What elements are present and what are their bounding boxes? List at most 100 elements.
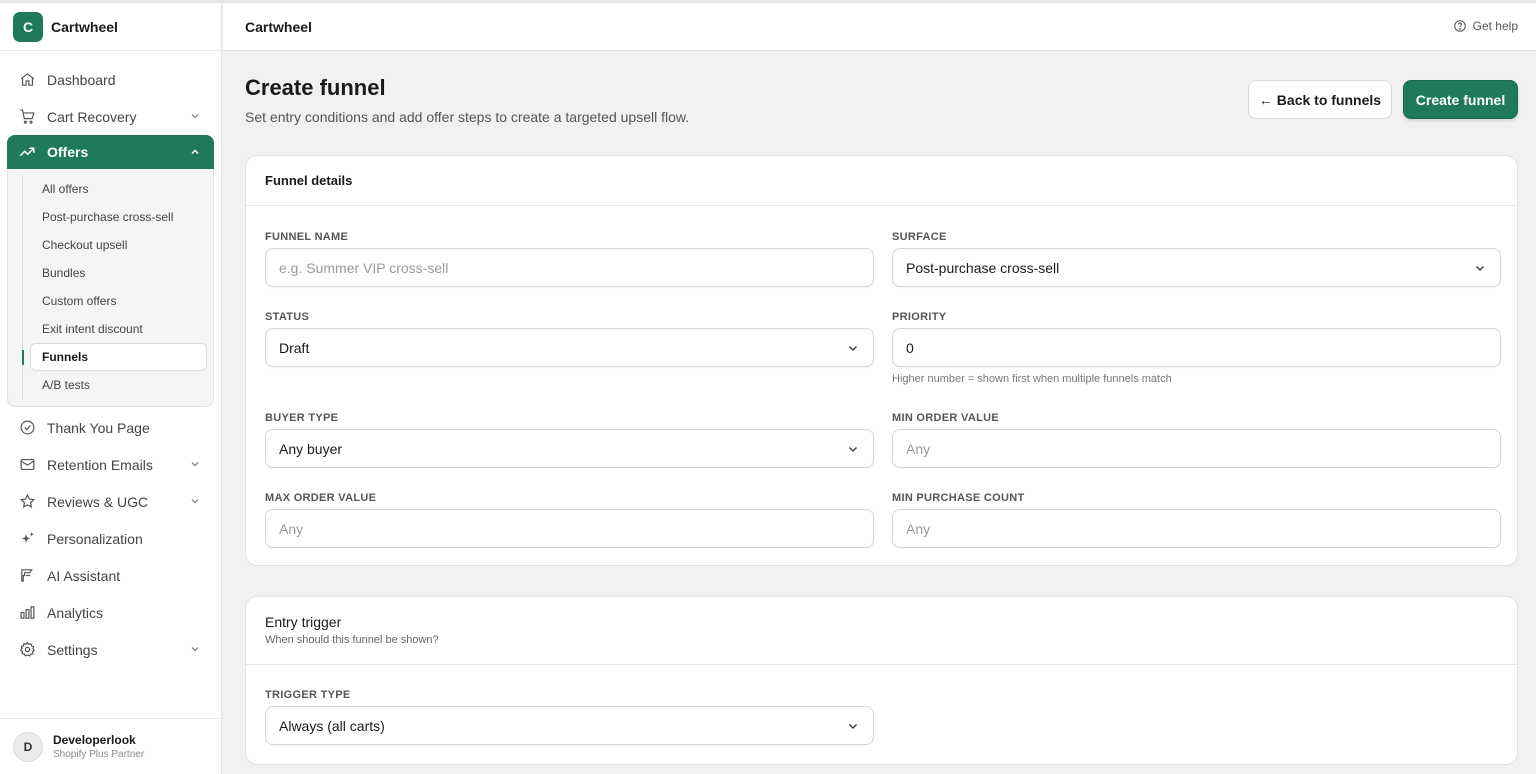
page-title: Create funnel (245, 75, 386, 100)
field-label: STATUS (265, 311, 310, 323)
sidebar-item-settings[interactable]: Settings (0, 631, 221, 668)
brand-name: Cartwheel (51, 18, 118, 35)
sidebar-item-retention-emails[interactable]: Retention Emails (0, 446, 221, 483)
subnav-item-all-offers[interactable]: All offers (8, 175, 213, 203)
status-select[interactable]: Draft (265, 328, 874, 367)
subnav-item-funnels[interactable]: Funnels (22, 343, 207, 371)
buyer-type-select[interactable]: Any buyer (265, 429, 874, 468)
help-circle-icon (1453, 20, 1466, 32)
priority-hint: Higher number = shown first when multipl… (892, 373, 1172, 385)
trigger-type-field: TRIGGER TYPE Always (all carts) (265, 689, 874, 745)
sidebar-item-reviews-ugc[interactable]: Reviews & UGC (0, 483, 221, 520)
user-profile[interactable]: D Developerlook Shopify Plus Partner (0, 718, 221, 774)
surface-select[interactable]: Post-purchase cross-sell (892, 248, 1501, 287)
field-label: SURFACE (892, 231, 947, 243)
sidebar-item-label: Analytics (47, 604, 104, 621)
chevron-down-icon (848, 446, 858, 453)
sidebar-item-label: Offers (47, 144, 89, 160)
trigger-type-value: Always (all carts) (279, 717, 385, 734)
min-order-value-field: MIN ORDER VALUE Any (892, 412, 1501, 468)
sidebar-item-personalization[interactable]: Personalization (0, 520, 221, 557)
sidebar-nav: Dashboard Cart Recovery Offers All offer… (0, 51, 221, 668)
chevron-down-icon (191, 462, 199, 467)
surface-value: Post-purchase cross-sell (906, 259, 1060, 276)
sidebar-item-cart-recovery[interactable]: Cart Recovery (0, 98, 221, 135)
sidebar-item-label: Settings (47, 641, 98, 658)
sidebar-item-label: Retention Emails (47, 456, 153, 473)
chevron-down-icon (848, 723, 858, 730)
sidebar-item-label: Thank You Page (47, 419, 150, 436)
buyer-type-value: Any buyer (279, 440, 343, 457)
check-circle-icon (18, 419, 36, 437)
subnav-item-post-purchase-cross-sell[interactable]: Post-purchase cross-sell (8, 203, 213, 231)
trending-up-icon (18, 143, 36, 161)
cart-icon (18, 108, 36, 126)
brand-logo: C (13, 11, 43, 42)
funnel-name-input[interactable]: e.g. Summer VIP cross-sell (265, 248, 874, 287)
bar-chart-icon (18, 604, 36, 622)
sidebar: C Cartwheel Dashboard Cart Recovery Offe… (0, 3, 222, 774)
sidebar-item-ai-assistant[interactable]: AI Assistant (0, 557, 221, 594)
brand[interactable]: C Cartwheel (0, 3, 221, 51)
card-title: Funnel details (265, 173, 353, 188)
field-label: MAX ORDER VALUE (265, 492, 377, 504)
top-header: Cartwheel Get help (223, 3, 1536, 51)
surface-field: SURFACE Post-purchase cross-sell (892, 231, 1501, 287)
subnav-item-checkout-upsell[interactable]: Checkout upsell (8, 231, 213, 259)
max-order-value-input[interactable]: Any (265, 509, 874, 548)
chevron-down-icon (191, 499, 199, 504)
chevron-down-icon (848, 345, 858, 352)
create-funnel-button[interactable]: Create funnel (1403, 80, 1518, 119)
chevron-down-icon (191, 114, 199, 119)
sidebar-item-thank-you-page[interactable]: Thank You Page (0, 409, 221, 446)
funnel-details-card: Funnel details FUNNEL NAME e.g. Summer V… (245, 155, 1518, 566)
card-description: When should this funnel be shown? (265, 634, 439, 646)
chevron-down-icon (1475, 265, 1485, 272)
min-purchase-count-input[interactable]: Any (892, 509, 1501, 548)
min-purchase-count-field: MIN PURCHASE COUNT Any (892, 492, 1501, 548)
field-label: PRIORITY (892, 311, 947, 323)
subnav-item-custom-offers[interactable]: Custom offers (8, 287, 213, 315)
max-order-value-field: MAX ORDER VALUE Any (265, 492, 874, 548)
field-label: MIN ORDER VALUE (892, 412, 999, 424)
min-order-value-input[interactable]: Any (892, 429, 1501, 468)
field-label: TRIGGER TYPE (265, 689, 351, 701)
gear-icon (18, 641, 36, 659)
sidebar-item-label: Dashboard (47, 71, 116, 88)
header-title: Cartwheel (245, 18, 312, 35)
subnav-item-bundles[interactable]: Bundles (8, 259, 213, 287)
sidebar-item-label: Cart Recovery (47, 108, 137, 125)
home-icon (18, 71, 36, 89)
sidebar-item-label: Reviews & UGC (47, 493, 149, 510)
profile-role: Shopify Plus Partner (53, 749, 145, 760)
sidebar-item-dashboard[interactable]: Dashboard (0, 61, 221, 98)
field-label: FUNNEL NAME (265, 231, 349, 243)
ai-icon (18, 567, 36, 585)
card-title: Entry trigger (265, 614, 342, 630)
priority-input[interactable]: 0 (892, 328, 1501, 367)
entry-trigger-card: Entry trigger When should this funnel be… (245, 596, 1518, 765)
status-field: STATUS Draft (265, 311, 874, 367)
back-to-funnels-button[interactable]: ← Back to funnels (1248, 80, 1392, 119)
status-value: Draft (279, 339, 310, 356)
page-subtitle: Set entry conditions and add offer steps… (245, 109, 690, 125)
get-help-link[interactable]: Get help (1453, 19, 1518, 33)
field-label: MIN PURCHASE COUNT (892, 492, 1025, 504)
priority-field: PRIORITY 0 Higher number = shown first w… (892, 311, 1501, 385)
sparkles-icon (18, 530, 36, 548)
profile-name: Developerlook (53, 733, 136, 747)
buyer-type-field: BUYER TYPE Any buyer (265, 412, 874, 468)
offers-subnav: All offers Post-purchase cross-sell Chec… (7, 169, 214, 407)
sidebar-item-label: Personalization (47, 530, 143, 547)
subnav-item-ab-tests[interactable]: A/B tests (8, 371, 213, 399)
get-help-label: Get help (1472, 19, 1518, 33)
chevron-up-icon (191, 149, 199, 155)
sidebar-item-label: AI Assistant (47, 567, 121, 584)
trigger-type-select[interactable]: Always (all carts) (265, 706, 874, 745)
sidebar-item-analytics[interactable]: Analytics (0, 594, 221, 631)
sidebar-item-offers[interactable]: Offers (7, 135, 214, 169)
chevron-down-icon (191, 647, 199, 652)
subnav-item-exit-intent-discount[interactable]: Exit intent discount (8, 315, 213, 343)
star-icon (18, 493, 36, 511)
avatar: D (13, 731, 43, 762)
